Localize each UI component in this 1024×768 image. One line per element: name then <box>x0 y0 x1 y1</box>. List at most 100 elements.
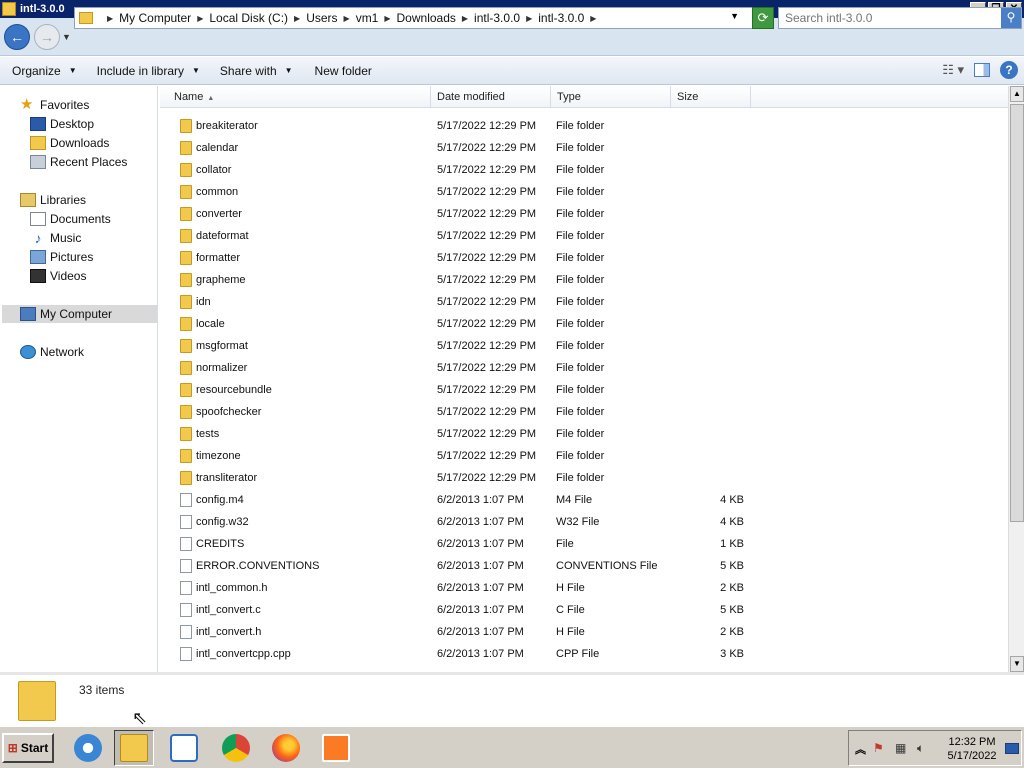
breadcrumb-item[interactable]: Users <box>306 11 337 25</box>
network-status-icon[interactable]: ▦ <box>895 741 906 755</box>
sidebar-item-pictures[interactable]: Pictures <box>30 248 93 266</box>
file-row[interactable]: timezone 5/17/2022 12:29 PM File folder <box>160 445 1008 467</box>
start-button[interactable]: ⊞ Start <box>2 733 54 763</box>
search-box[interactable]: ⚲ <box>778 7 1022 29</box>
search-input[interactable] <box>779 11 1001 25</box>
file-row[interactable]: msgformat 5/17/2022 12:29 PM File folder <box>160 335 1008 357</box>
breadcrumb-separator-icon[interactable]: ▶ <box>294 14 300 23</box>
file-row[interactable]: formatter 5/17/2022 12:29 PM File folder <box>160 247 1008 269</box>
volume-icon[interactable]: 🔈︎ <box>917 741 924 756</box>
file-date-modified: 5/17/2022 12:29 PM <box>437 164 537 176</box>
file-name: config.m4 <box>196 494 244 506</box>
column-header-size[interactable]: Size <box>671 86 751 108</box>
sidebar-item-videos[interactable]: Videos <box>30 267 86 285</box>
column-header-date-modified[interactable]: Date modified <box>431 86 551 108</box>
sidebar-item-desktop[interactable]: Desktop <box>30 115 94 133</box>
file-row[interactable]: intl_common.h 6/2/2013 1:07 PM H File 2 KB <box>160 577 1008 599</box>
file-row[interactable]: locale 5/17/2022 12:29 PM File folder <box>160 313 1008 335</box>
breadcrumb-separator-icon[interactable]: ▶ <box>462 14 468 23</box>
file-row[interactable]: resourcebundle 5/17/2022 12:29 PM File fol… <box>160 379 1008 401</box>
breadcrumb-separator-icon[interactable]: ▶ <box>590 14 596 23</box>
file-row[interactable]: CREDITS 6/2/2013 1:07 PM File 1 KB <box>160 533 1008 555</box>
file-row[interactable]: spoofchecker 5/17/2022 12:29 PM File folde… <box>160 401 1008 423</box>
file-row[interactable]: intl_convert.h 6/2/2013 1:07 PM H File 2 KB <box>160 621 1008 643</box>
recent-pages-chevron-icon[interactable]: ▼ <box>62 32 71 42</box>
breadcrumb-separator-icon[interactable]: ▶ <box>107 14 113 23</box>
file-name: intl_convert.c <box>196 604 261 616</box>
breadcrumb-item[interactable]: intl-3.0.0 <box>474 11 520 25</box>
command-toolbar: Organize ▼ Include in library ▼ Share with… <box>0 57 1024 85</box>
file-row[interactable]: calendar 5/17/2022 12:29 PM File folder <box>160 137 1008 159</box>
chrome-button[interactable] <box>216 730 256 766</box>
search-icon[interactable]: ⚲ <box>1001 8 1021 28</box>
breadcrumb-item[interactable]: Downloads <box>397 11 456 25</box>
file-date-modified: 6/2/2013 1:07 PM <box>437 648 524 660</box>
file-icon <box>180 625 192 639</box>
change-view-icon[interactable]: ☷ ▾ <box>942 62 964 78</box>
file-row[interactable]: normalizer 5/17/2022 12:29 PM File folder <box>160 357 1008 379</box>
breadcrumb-separator-icon[interactable]: ▶ <box>197 14 203 23</box>
preview-pane-icon[interactable] <box>974 63 990 77</box>
file-name: calendar <box>196 142 239 154</box>
organize-button[interactable]: Organize ▼ <box>12 64 77 78</box>
clock[interactable]: 12:32 PM 5/17/2022 <box>945 735 999 763</box>
scroll-up-arrow-icon[interactable]: ▲ <box>1010 86 1024 102</box>
action-center-flag-icon[interactable]: ⚑ <box>873 741 884 755</box>
column-header-name[interactable]: Name ▲ <box>168 86 431 108</box>
vertical-scrollbar[interactable]: ▲ ▼ <box>1008 86 1024 672</box>
file-row[interactable]: breakiterator 5/17/2022 12:29 PM File fold… <box>160 115 1008 137</box>
scroll-down-arrow-icon[interactable]: ▼ <box>1010 656 1024 672</box>
firefox-button[interactable] <box>266 730 306 766</box>
back-button[interactable]: ← <box>4 23 30 50</box>
file-row[interactable]: ERROR.CONVENTIONS 6/2/2013 1:07 PM CONVENT… <box>160 555 1008 577</box>
file-row[interactable]: intl_convert.c 6/2/2013 1:07 PM C File 5 KB <box>160 599 1008 621</box>
sidebar-item-favorites[interactable]: ★ Favorites <box>20 96 89 114</box>
file-row[interactable]: tests 5/17/2022 12:29 PM File folder <box>160 423 1008 445</box>
xampp-button[interactable] <box>316 730 356 766</box>
refresh-button[interactable]: ⟳ <box>752 7 774 29</box>
file-row[interactable]: collator 5/17/2022 12:29 PM File folder <box>160 159 1008 181</box>
file-row[interactable]: common 5/17/2022 12:29 PM File folder <box>160 181 1008 203</box>
file-row[interactable]: grapheme 5/17/2022 12:29 PM File folder <box>160 269 1008 291</box>
breadcrumb-item[interactable]: vm1 <box>356 11 379 25</box>
sidebar-item-music[interactable]: ♪ Music <box>30 229 82 247</box>
file-date-modified: 5/17/2022 12:29 PM <box>437 274 537 286</box>
file-row[interactable]: idn 5/17/2022 12:29 PM File folder <box>160 291 1008 313</box>
file-row[interactable]: transliterator 5/17/2022 12:29 PM File fol… <box>160 467 1008 489</box>
sidebar-item-libraries[interactable]: Libraries <box>20 191 86 209</box>
breadcrumb-separator-icon[interactable]: ▶ <box>526 14 532 23</box>
sidebar-item-recent-places[interactable]: Recent Places <box>30 153 127 171</box>
file-name: transliterator <box>196 472 258 484</box>
file-row[interactable]: intl_convertcpp.cpp 6/2/2013 1:07 PM CPP F… <box>160 643 1008 665</box>
breadcrumb-item[interactable]: My Computer <box>119 11 191 25</box>
media-player-button[interactable] <box>164 730 204 766</box>
address-dropdown-icon[interactable]: ▼ <box>730 11 739 21</box>
scrollbar-thumb[interactable] <box>1010 104 1024 522</box>
file-row[interactable]: converter 5/17/2022 12:29 PM File folder <box>160 203 1008 225</box>
sidebar-item-documents[interactable]: Documents <box>30 210 111 228</box>
file-row[interactable]: config.w32 6/2/2013 1:07 PM W32 File 4 KB <box>160 511 1008 533</box>
breadcrumb-separator-icon[interactable]: ▶ <box>344 14 350 23</box>
address-bar[interactable]: ▶ My Computer ▶ Local Disk (C:) ▶ Users ▶ vm1 ▶ D… <box>74 7 774 29</box>
breadcrumb-item[interactable]: intl-3.0.0 <box>538 11 584 25</box>
sidebar-item-downloads[interactable]: Downloads <box>30 134 109 152</box>
forward-button[interactable]: → <box>34 23 60 50</box>
new-folder-button[interactable]: New folder <box>315 64 372 78</box>
clock-date: 5/17/2022 <box>947 750 997 762</box>
share-with-button[interactable]: Share with ▼ <box>220 64 293 78</box>
include-in-library-button[interactable]: Include in library ▼ <box>97 64 200 78</box>
sidebar-item-network[interactable]: Network <box>20 343 84 361</box>
windows-explorer-button[interactable] <box>114 730 154 766</box>
file-row[interactable]: config.m4 6/2/2013 1:07 PM M4 File 4 KB <box>160 489 1008 511</box>
file-name: intl_common.h <box>196 582 268 594</box>
sidebar-item-my-computer[interactable]: My Computer <box>2 305 157 323</box>
show-desktop-icon[interactable] <box>1005 743 1019 754</box>
breadcrumb-item[interactable]: Local Disk (C:) <box>209 11 288 25</box>
file-row[interactable]: dateformat 5/17/2022 12:29 PM File folder <box>160 225 1008 247</box>
column-header-type[interactable]: Type <box>551 86 671 108</box>
help-icon[interactable]: ? <box>1000 61 1018 79</box>
show-hidden-icons-chevron-icon[interactable]: ︽ <box>855 741 866 757</box>
breadcrumb-separator-icon[interactable]: ▶ <box>384 14 390 23</box>
folder-icon <box>180 207 192 221</box>
internet-explorer-button[interactable] <box>68 730 108 766</box>
